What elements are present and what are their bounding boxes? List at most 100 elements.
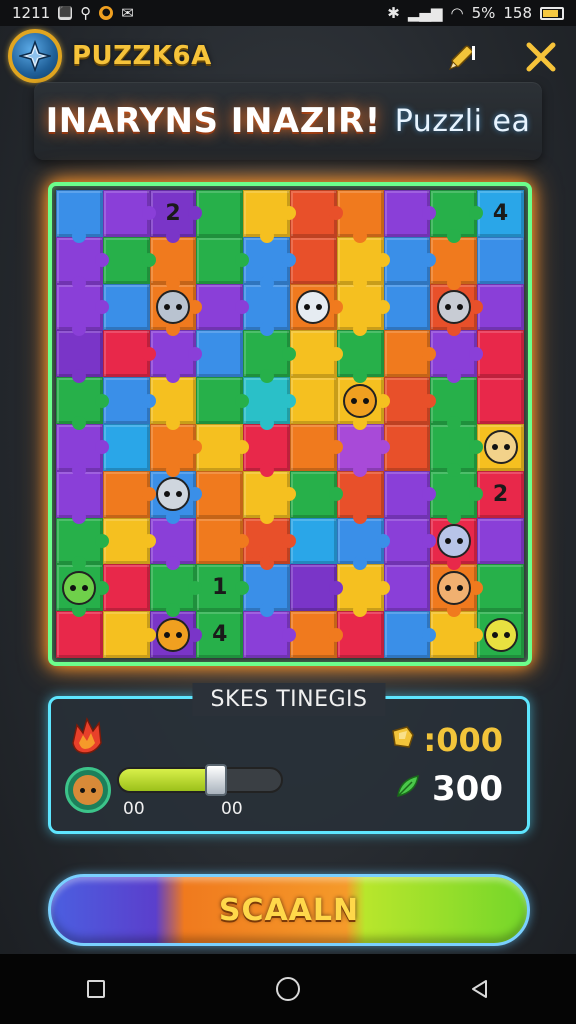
puzzle-piece[interactable] [196, 517, 250, 565]
puzzle-piece[interactable] [289, 564, 343, 612]
puzzle-piece[interactable] [56, 377, 109, 430]
puzzle-piece[interactable]: 1 [196, 564, 250, 612]
puzzle-piece[interactable] [102, 330, 156, 378]
puzzle-piece[interactable] [477, 517, 524, 565]
progress-knob[interactable] [205, 764, 228, 796]
puzzle-piece[interactable] [289, 330, 343, 378]
puzzle-piece[interactable] [56, 611, 103, 658]
puzzle-piece[interactable] [149, 283, 203, 337]
puzzle-piece[interactable] [243, 517, 296, 571]
puzzle-piece[interactable] [477, 611, 524, 658]
puzzle-piece[interactable] [289, 470, 343, 518]
puzzle-piece[interactable] [336, 423, 390, 477]
puzzle-piece[interactable] [477, 330, 524, 378]
puzzle-piece[interactable] [243, 377, 296, 430]
puzzle-piece[interactable] [243, 283, 290, 337]
puzzle-piece[interactable] [289, 423, 343, 471]
puzzle-piece[interactable] [336, 377, 390, 430]
puzzle-piece[interactable] [383, 564, 431, 612]
puzzle-piece[interactable] [196, 470, 244, 518]
puzzle-piece[interactable] [102, 564, 150, 612]
puzzle-piece[interactable] [336, 517, 390, 571]
puzzle-piece[interactable]: 2 [477, 470, 524, 518]
puzzle-piece[interactable] [243, 423, 290, 477]
puzzle-piece[interactable] [56, 236, 109, 290]
puzzle-piece[interactable] [430, 564, 484, 618]
puzzle-piece[interactable]: 4 [196, 611, 244, 658]
close-icon[interactable] [518, 34, 564, 80]
compass-star-icon[interactable] [8, 29, 62, 83]
puzzle-piece[interactable] [102, 236, 156, 284]
puzzle-piece[interactable] [383, 423, 431, 471]
puzzle-piece[interactable] [430, 330, 484, 384]
home-icon[interactable] [268, 969, 308, 1009]
puzzle-piece[interactable] [149, 517, 197, 571]
puzzle-piece[interactable] [56, 470, 103, 524]
progress-slider[interactable] [117, 764, 283, 796]
puzzle-piece[interactable] [477, 236, 524, 284]
puzzle-piece[interactable] [430, 190, 484, 243]
puzzle-piece[interactable] [102, 283, 150, 331]
puzzle-piece[interactable] [149, 611, 203, 658]
puzzle-piece[interactable] [243, 611, 296, 658]
puzzle-piece[interactable]: 4 [477, 190, 524, 237]
back-icon[interactable] [460, 969, 500, 1009]
puzzle-piece[interactable] [336, 564, 390, 618]
puzzle-piece[interactable] [196, 236, 250, 284]
puzzle-piece[interactable] [383, 330, 437, 378]
puzzle-piece[interactable] [56, 423, 109, 477]
puzzle-board[interactable]: 2 4 2 1 4 [56, 190, 524, 658]
puzzle-piece[interactable] [196, 190, 244, 237]
pencil-icon[interactable] [442, 36, 484, 76]
puzzle-piece[interactable] [336, 283, 390, 337]
puzzle-piece[interactable] [289, 283, 343, 331]
puzzle-piece[interactable] [56, 283, 109, 337]
puzzle-piece[interactable] [430, 470, 484, 524]
puzzle-piece[interactable] [336, 470, 384, 524]
puzzle-piece[interactable] [477, 377, 524, 424]
puzzle-piece[interactable] [336, 330, 384, 384]
puzzle-piece[interactable] [289, 190, 343, 237]
puzzle-piece[interactable] [149, 330, 203, 384]
puzzle-piece[interactable] [336, 611, 384, 658]
puzzle-piece[interactable] [289, 611, 343, 658]
puzzle-piece[interactable] [56, 190, 103, 243]
puzzle-piece[interactable] [477, 423, 524, 471]
puzzle-piece[interactable] [383, 517, 437, 565]
puzzle-piece[interactable] [56, 564, 109, 618]
puzzle-piece[interactable] [383, 611, 437, 658]
puzzle-piece[interactable] [383, 236, 437, 284]
puzzle-piece[interactable] [383, 190, 437, 237]
puzzle-piece[interactable] [56, 517, 109, 571]
puzzle-piece[interactable] [477, 283, 524, 331]
puzzle-piece[interactable] [102, 517, 156, 565]
puzzle-piece[interactable] [102, 611, 156, 658]
puzzle-piece[interactable] [196, 283, 250, 331]
puzzle-piece[interactable] [289, 236, 337, 284]
puzzle-piece[interactable] [383, 283, 431, 331]
avatar[interactable] [65, 767, 111, 813]
puzzle-piece[interactable] [336, 190, 384, 243]
puzzle-piece[interactable] [243, 190, 296, 243]
puzzle-piece[interactable] [196, 423, 250, 471]
puzzle-piece[interactable] [430, 377, 478, 430]
puzzle-piece[interactable]: 2 [149, 190, 203, 243]
start-button[interactable]: SCAALN [48, 874, 530, 946]
puzzle-piece[interactable] [430, 423, 484, 477]
puzzle-piece[interactable] [149, 564, 203, 618]
puzzle-piece[interactable] [149, 423, 203, 477]
puzzle-piece[interactable] [383, 470, 437, 518]
puzzle-piece[interactable] [289, 377, 337, 424]
puzzle-piece[interactable] [102, 470, 156, 518]
puzzle-piece[interactable] [336, 236, 390, 290]
puzzle-piece[interactable] [196, 377, 250, 424]
puzzle-piece[interactable] [102, 190, 156, 237]
puzzle-piece[interactable] [383, 377, 437, 424]
puzzle-piece[interactable] [477, 564, 524, 612]
puzzle-piece[interactable] [149, 470, 203, 524]
puzzle-piece[interactable] [243, 470, 296, 524]
puzzle-piece[interactable] [102, 423, 150, 471]
puzzle-piece[interactable] [243, 564, 290, 618]
puzzle-piece[interactable] [430, 236, 478, 290]
recent-apps-icon[interactable] [76, 969, 116, 1009]
